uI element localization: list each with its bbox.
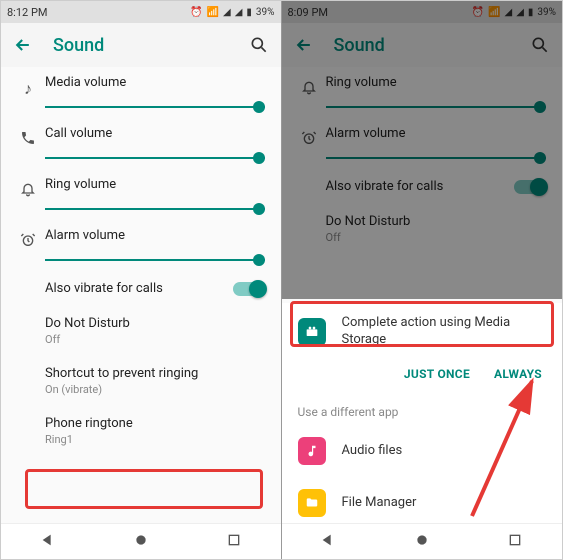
alarm-volume-label: Alarm volume: [326, 126, 547, 141]
audio-files-label: Audio files: [342, 443, 403, 460]
alarm-volume-row[interactable]: Alarm volume: [282, 118, 563, 169]
nav-home-icon[interactable]: [133, 532, 149, 552]
alarm-volume-label: Alarm volume: [45, 228, 265, 243]
file-manager-icon: [298, 489, 326, 517]
nav-bar: [282, 523, 563, 559]
status-time: 8:12 PM: [7, 6, 47, 19]
vibrate-switch[interactable]: [233, 282, 265, 296]
nav-home-icon[interactable]: [414, 532, 430, 552]
alt-apps-label: Use a different app: [282, 395, 563, 425]
call-volume-row[interactable]: Call volume: [1, 118, 281, 169]
ring-volume-slider[interactable]: [45, 202, 265, 218]
dnd-label: Do Not Disturb: [45, 316, 265, 331]
alarm-volume-row[interactable]: Alarm volume: [1, 220, 281, 271]
dnd-row[interactable]: Do Not Disturb Off: [282, 204, 563, 254]
vibrate-label: Also vibrate for calls: [326, 179, 515, 194]
bell-icon: [301, 79, 317, 99]
status-bar: 8:09 PM ⏰ 📶 ◢ ◢ ▮ 39%: [282, 1, 563, 23]
ring-volume-slider[interactable]: [326, 100, 547, 116]
shortcut-sub: On (vibrate): [45, 383, 265, 396]
back-icon[interactable]: [13, 35, 33, 55]
left-phone: 8:12 PM ⏰ 📶 ◢ ◢ ▮ 39% Sound ♪: [1, 1, 282, 559]
dnd-sub: Off: [45, 333, 265, 346]
signal-icon: ◢: [235, 7, 243, 18]
alarm-icon: [20, 232, 36, 252]
dnd-label: Do Not Disturb: [326, 214, 547, 229]
signal-icon: ◢: [516, 7, 524, 18]
vibrate-row[interactable]: Also vibrate for calls: [1, 271, 281, 306]
settings-list: Ring volume Alarm volume: [282, 67, 563, 254]
dnd-row[interactable]: Do Not Disturb Off: [1, 306, 281, 356]
call-volume-slider[interactable]: [45, 151, 265, 167]
app-bar: Sound: [282, 23, 563, 67]
alarm-icon: [301, 130, 317, 150]
app-bar: Sound: [1, 23, 281, 67]
media-volume-slider[interactable]: [45, 100, 265, 116]
battery-icon: ▮: [528, 7, 534, 18]
nav-back-icon[interactable]: [320, 532, 336, 552]
complete-action-text: Complete action using Media Storage: [342, 315, 547, 349]
ringtone-label: Phone ringtone: [45, 416, 265, 431]
shortcut-label: Shortcut to prevent ringing: [45, 366, 265, 381]
nav-recent-icon[interactable]: [507, 532, 523, 552]
ring-volume-row[interactable]: Ring volume: [1, 169, 281, 220]
status-time: 8:09 PM: [288, 6, 328, 19]
bell-icon: [20, 181, 36, 201]
signal-icon: ◢: [505, 7, 513, 18]
media-storage-icon: [298, 318, 326, 346]
complete-action-row[interactable]: Complete action using Media Storage: [282, 303, 563, 361]
nav-recent-icon[interactable]: [226, 532, 242, 552]
action-sheet: Complete action using Media Storage JUST…: [282, 303, 563, 523]
alarm-volume-slider[interactable]: [45, 253, 265, 269]
shortcut-row[interactable]: Shortcut to prevent ringing On (vibrate): [1, 356, 281, 406]
phone-icon: [20, 130, 36, 150]
vibrate-switch[interactable]: [514, 180, 546, 194]
search-icon[interactable]: [530, 35, 550, 55]
always-button[interactable]: ALWAYS: [494, 367, 542, 381]
dnd-sub: Off: [326, 231, 547, 244]
status-bar: 8:12 PM ⏰ 📶 ◢ ◢ ▮ 39%: [1, 1, 281, 23]
vibrate-row[interactable]: Also vibrate for calls: [282, 169, 563, 204]
page-title: Sound: [53, 35, 229, 56]
ringtone-row[interactable]: Phone ringtone Ring1: [1, 406, 281, 456]
alarm-volume-slider[interactable]: [326, 151, 547, 167]
ring-volume-label: Ring volume: [45, 177, 265, 192]
action-buttons: JUST ONCE ALWAYS: [282, 361, 563, 395]
nav-back-icon[interactable]: [40, 532, 56, 552]
wifi-icon: 📶: [488, 7, 500, 18]
call-volume-label: Call volume: [45, 126, 265, 141]
wifi-icon: 📶: [207, 7, 219, 18]
music-note-icon: ♪: [24, 79, 32, 99]
file-manager-row[interactable]: File Manager: [282, 477, 563, 523]
media-volume-label: Media volume: [45, 75, 265, 90]
signal-icon: ◢: [223, 7, 231, 18]
ring-volume-label: Ring volume: [326, 75, 547, 90]
back-icon[interactable]: [294, 35, 314, 55]
settings-list: ♪ Media volume Call volume: [1, 67, 281, 456]
vibrate-label: Also vibrate for calls: [45, 281, 233, 296]
right-phone: 8:09 PM ⏰ 📶 ◢ ◢ ▮ 39% Sound: [282, 1, 563, 559]
battery-icon: ▮: [246, 7, 252, 18]
page-title: Sound: [334, 35, 511, 56]
battery-text: 39%: [537, 7, 556, 18]
audio-files-row[interactable]: Audio files: [282, 425, 563, 477]
alarm-icon: ⏰: [190, 7, 202, 18]
media-volume-row[interactable]: ♪ Media volume: [1, 67, 281, 118]
alarm-icon: ⏰: [472, 7, 484, 18]
file-manager-label: File Manager: [342, 495, 417, 512]
audio-files-icon: [298, 437, 326, 465]
ringtone-sub: Ring1: [45, 433, 265, 446]
nav-bar: [1, 523, 281, 559]
ring-volume-row[interactable]: Ring volume: [282, 67, 563, 118]
just-once-button[interactable]: JUST ONCE: [404, 367, 470, 381]
search-icon[interactable]: [249, 35, 269, 55]
highlight-ringtone: [25, 469, 263, 509]
battery-text: 39%: [256, 7, 275, 18]
